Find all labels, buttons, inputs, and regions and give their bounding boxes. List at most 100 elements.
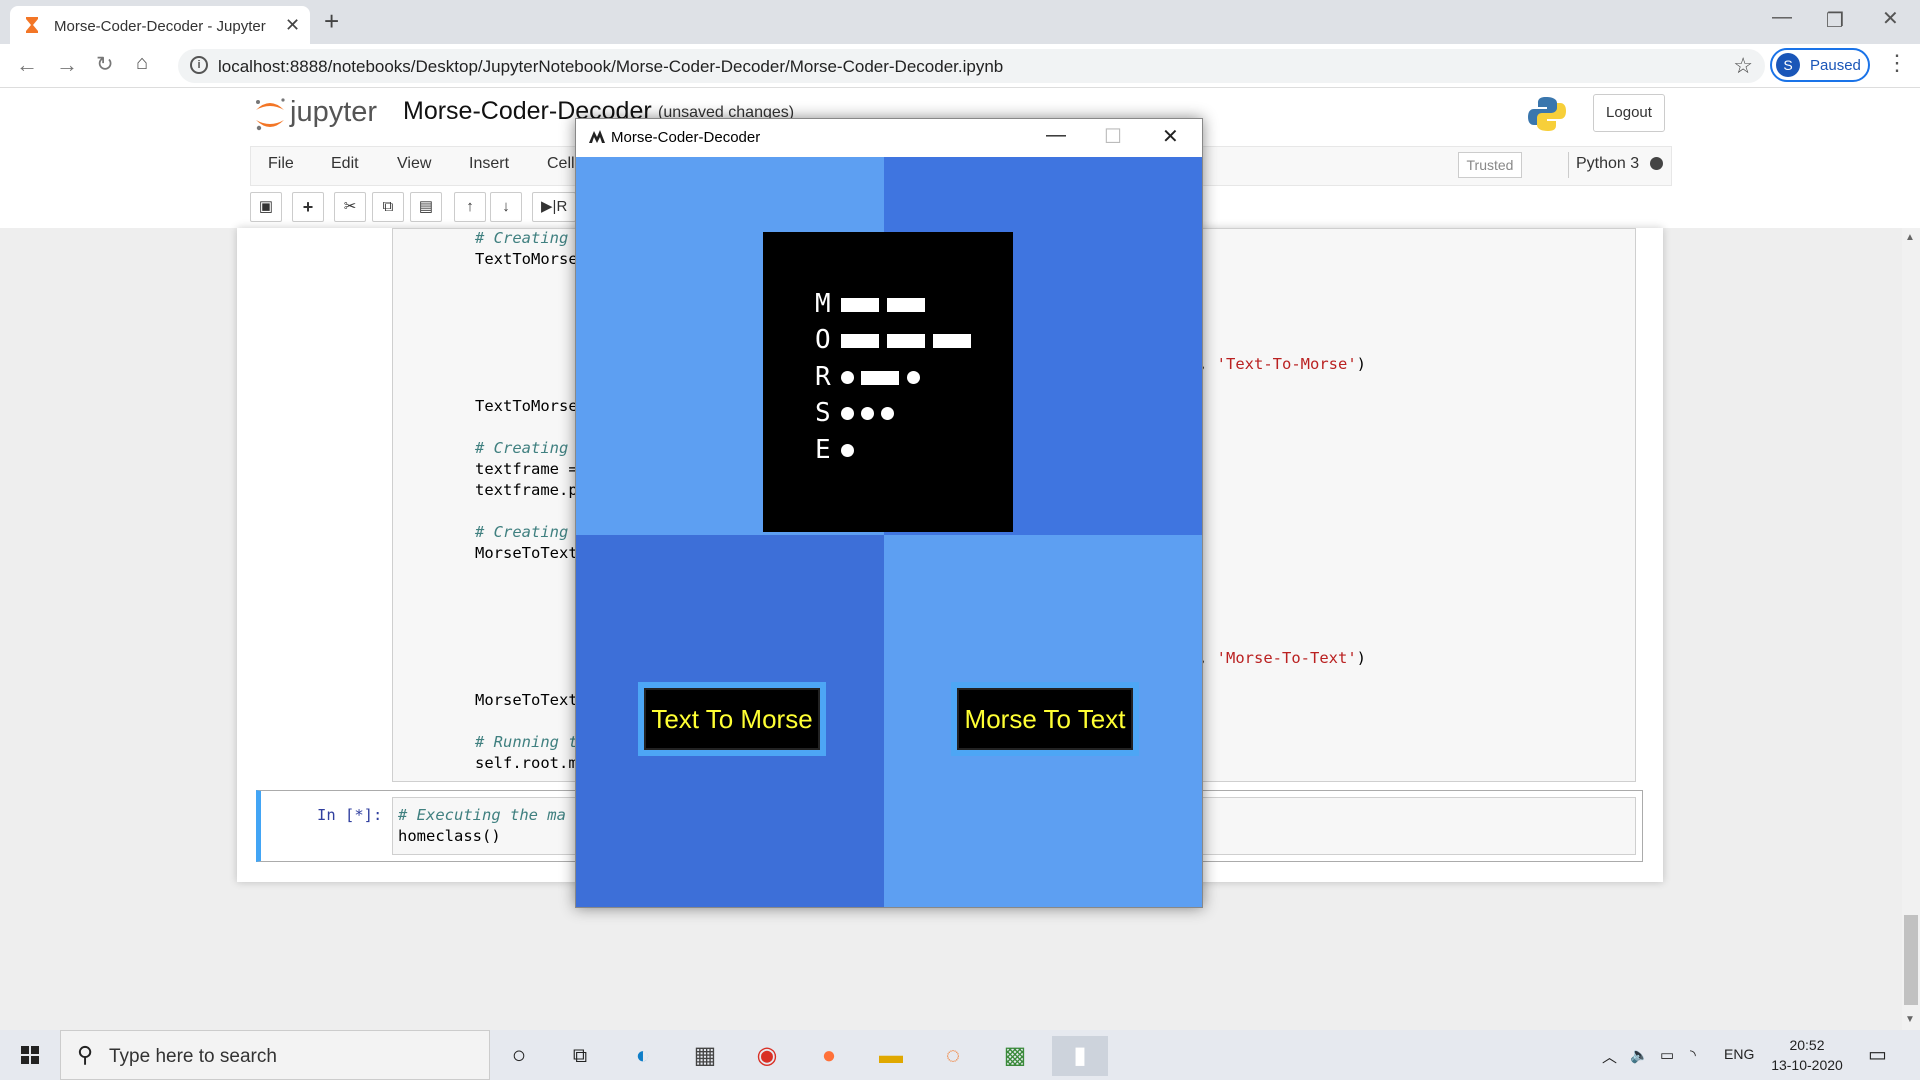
code-line: # Running t	[475, 733, 578, 751]
code-line: homeclass()	[398, 827, 501, 845]
run-button[interactable]: ▶|R	[532, 192, 576, 222]
logo-row-m: M	[815, 289, 1005, 319]
tk-window-taskbar-icon[interactable]: ▮	[1052, 1036, 1108, 1076]
tk-window-title: Morse-Coder-Decoder	[611, 129, 761, 146]
run-icon: ▶|	[541, 198, 557, 215]
tk-close-icon[interactable]: ✕	[1162, 124, 1179, 149]
code-line: textframe =	[475, 460, 578, 478]
text-to-morse-button[interactable]: Text To Morse	[638, 682, 826, 756]
url-bar[interactable]: i localhost:8888/notebooks/Desktop/Jupyt…	[178, 49, 1765, 83]
volume-icon[interactable]: 🔈	[1630, 1046, 1649, 1064]
move-down-icon[interactable]: ↓	[490, 192, 522, 222]
store-icon[interactable]: ▦	[682, 1036, 728, 1076]
move-up-icon[interactable]: ↑	[454, 192, 486, 222]
logo-row-r: R	[815, 362, 1005, 392]
code-line: TextToMorse	[475, 250, 578, 268]
restore-icon[interactable]: ❐	[1826, 8, 1844, 33]
morse-logo: M O R S E	[763, 232, 1013, 532]
windows-start-icon[interactable]	[0, 1030, 60, 1080]
morse-to-text-button[interactable]: Morse To Text	[951, 682, 1139, 756]
code-line: self.root.m	[475, 754, 578, 772]
clock-date: 13-10-2020	[1771, 1057, 1843, 1073]
wifi-icon[interactable]: ◝	[1690, 1046, 1696, 1064]
clock-time: 20:52	[1789, 1037, 1825, 1053]
code-line: textframe.p	[475, 481, 578, 499]
edge-icon[interactable]: ◐	[620, 1036, 666, 1076]
avatar: S	[1776, 53, 1800, 77]
jupyter-taskbar-icon[interactable]: ◌	[930, 1036, 976, 1076]
menu-cell[interactable]: Cell	[547, 155, 575, 173]
language-indicator[interactable]: ENG	[1724, 1046, 1754, 1062]
battery-icon[interactable]: ▭	[1660, 1046, 1674, 1064]
close-window-icon[interactable]: ✕	[1882, 6, 1899, 31]
minimize-icon[interactable]: —	[1772, 6, 1792, 29]
logo-row-e: E	[815, 435, 1005, 465]
code-line: # Executing the ma	[398, 806, 566, 824]
notifications-icon[interactable]: ▭	[1868, 1042, 1887, 1067]
tk-maximize-icon[interactable]: ☐	[1104, 124, 1122, 149]
tk-canvas: M O R S E Text To Morse Morse To Text	[576, 157, 1202, 907]
search-placeholder: Type here to search	[109, 1046, 277, 1067]
page-scrollbar[interactable]	[1902, 228, 1920, 1030]
code-line: # Creating	[475, 229, 569, 247]
menu-insert[interactable]: Insert	[469, 155, 509, 173]
tray-chevron-icon[interactable]: ︿	[1602, 1046, 1617, 1067]
trusted-badge[interactable]: Trusted	[1458, 152, 1522, 178]
firefox-icon[interactable]: ●	[806, 1036, 852, 1076]
site-info-icon[interactable]: i	[190, 56, 208, 74]
jupyter-logo-icon[interactable]	[250, 94, 290, 134]
kernel-busy-indicator	[1650, 157, 1663, 170]
cut-icon[interactable]: ✂	[334, 192, 366, 222]
code-line: TextToMorse	[475, 397, 578, 415]
logo-row-s: S	[815, 398, 1005, 428]
forward-icon[interactable]: →	[56, 52, 78, 78]
scroll-up-icon[interactable]: ▲	[1905, 232, 1915, 243]
cortana-icon[interactable]: ○	[496, 1036, 542, 1076]
app-feather-icon	[589, 130, 605, 143]
menu-view[interactable]: View	[397, 155, 431, 173]
copy-icon[interactable]: ⧉	[372, 192, 404, 222]
bookmark-star-icon[interactable]: ☆	[1733, 53, 1753, 79]
profile-status: Paused	[1810, 57, 1861, 74]
clock[interactable]: 20:52 13-10-2020	[1768, 1035, 1846, 1075]
code-line-right: , 'Text-To-Morse')	[1198, 355, 1366, 373]
new-tab-button[interactable]: +	[324, 6, 339, 37]
menu-file[interactable]: File	[268, 155, 294, 173]
hourglass-icon	[26, 17, 38, 33]
browser-tab-title: Morse-Coder-Decoder - Jupyter	[54, 18, 266, 35]
menu-edit[interactable]: Edit	[331, 155, 359, 173]
code-line: # Creating	[475, 439, 569, 457]
scrollbar-thumb[interactable]	[1904, 915, 1918, 1005]
code-line: # Creating	[475, 523, 569, 541]
url-text[interactable]: localhost:8888/notebooks/Desktop/Jupyter…	[218, 57, 1003, 77]
home-icon[interactable]: ⌂	[136, 52, 148, 75]
taskbar-search[interactable]: ⚲ Type here to search	[60, 1030, 490, 1080]
logo-row-o: O	[815, 325, 1005, 355]
python-logo-icon	[1528, 97, 1566, 131]
browser-tab[interactable]: Morse-Coder-Decoder - Jupyter ✕	[10, 6, 310, 44]
browser-menu-icon[interactable]: ⋮	[1886, 50, 1908, 76]
divider	[1568, 152, 1569, 178]
code-line: MorseToText	[475, 544, 578, 562]
task-view-icon[interactable]: ⧉	[557, 1036, 603, 1076]
cell-prompt: In [*]:	[317, 806, 383, 824]
tab-close-icon[interactable]: ✕	[285, 15, 300, 36]
file-explorer-icon[interactable]: ▬	[868, 1036, 914, 1076]
python-idle-icon[interactable]: ▩	[992, 1036, 1038, 1076]
add-cell-icon[interactable]: +	[292, 192, 324, 222]
tk-minimize-icon[interactable]: —	[1046, 124, 1066, 147]
jupyter-logo-text[interactable]: jupyter	[290, 96, 377, 129]
logout-button[interactable]: Logout	[1593, 94, 1665, 132]
paste-icon[interactable]: ▤	[410, 192, 442, 222]
chrome-icon[interactable]: ◉	[744, 1036, 790, 1076]
reload-icon[interactable]: ↻	[96, 52, 114, 77]
run-label: R	[556, 198, 568, 215]
code-line: MorseToText	[475, 691, 578, 709]
search-icon: ⚲	[77, 1042, 94, 1067]
back-icon[interactable]: ←	[16, 52, 38, 78]
save-icon[interactable]: ▣	[250, 192, 282, 222]
morse-to-text-label: Morse To Text	[957, 688, 1133, 750]
kernel-name[interactable]: Python 3	[1576, 155, 1639, 173]
profile-button[interactable]: S Paused	[1770, 48, 1870, 82]
scroll-down-icon[interactable]: ▼	[1905, 1014, 1915, 1025]
